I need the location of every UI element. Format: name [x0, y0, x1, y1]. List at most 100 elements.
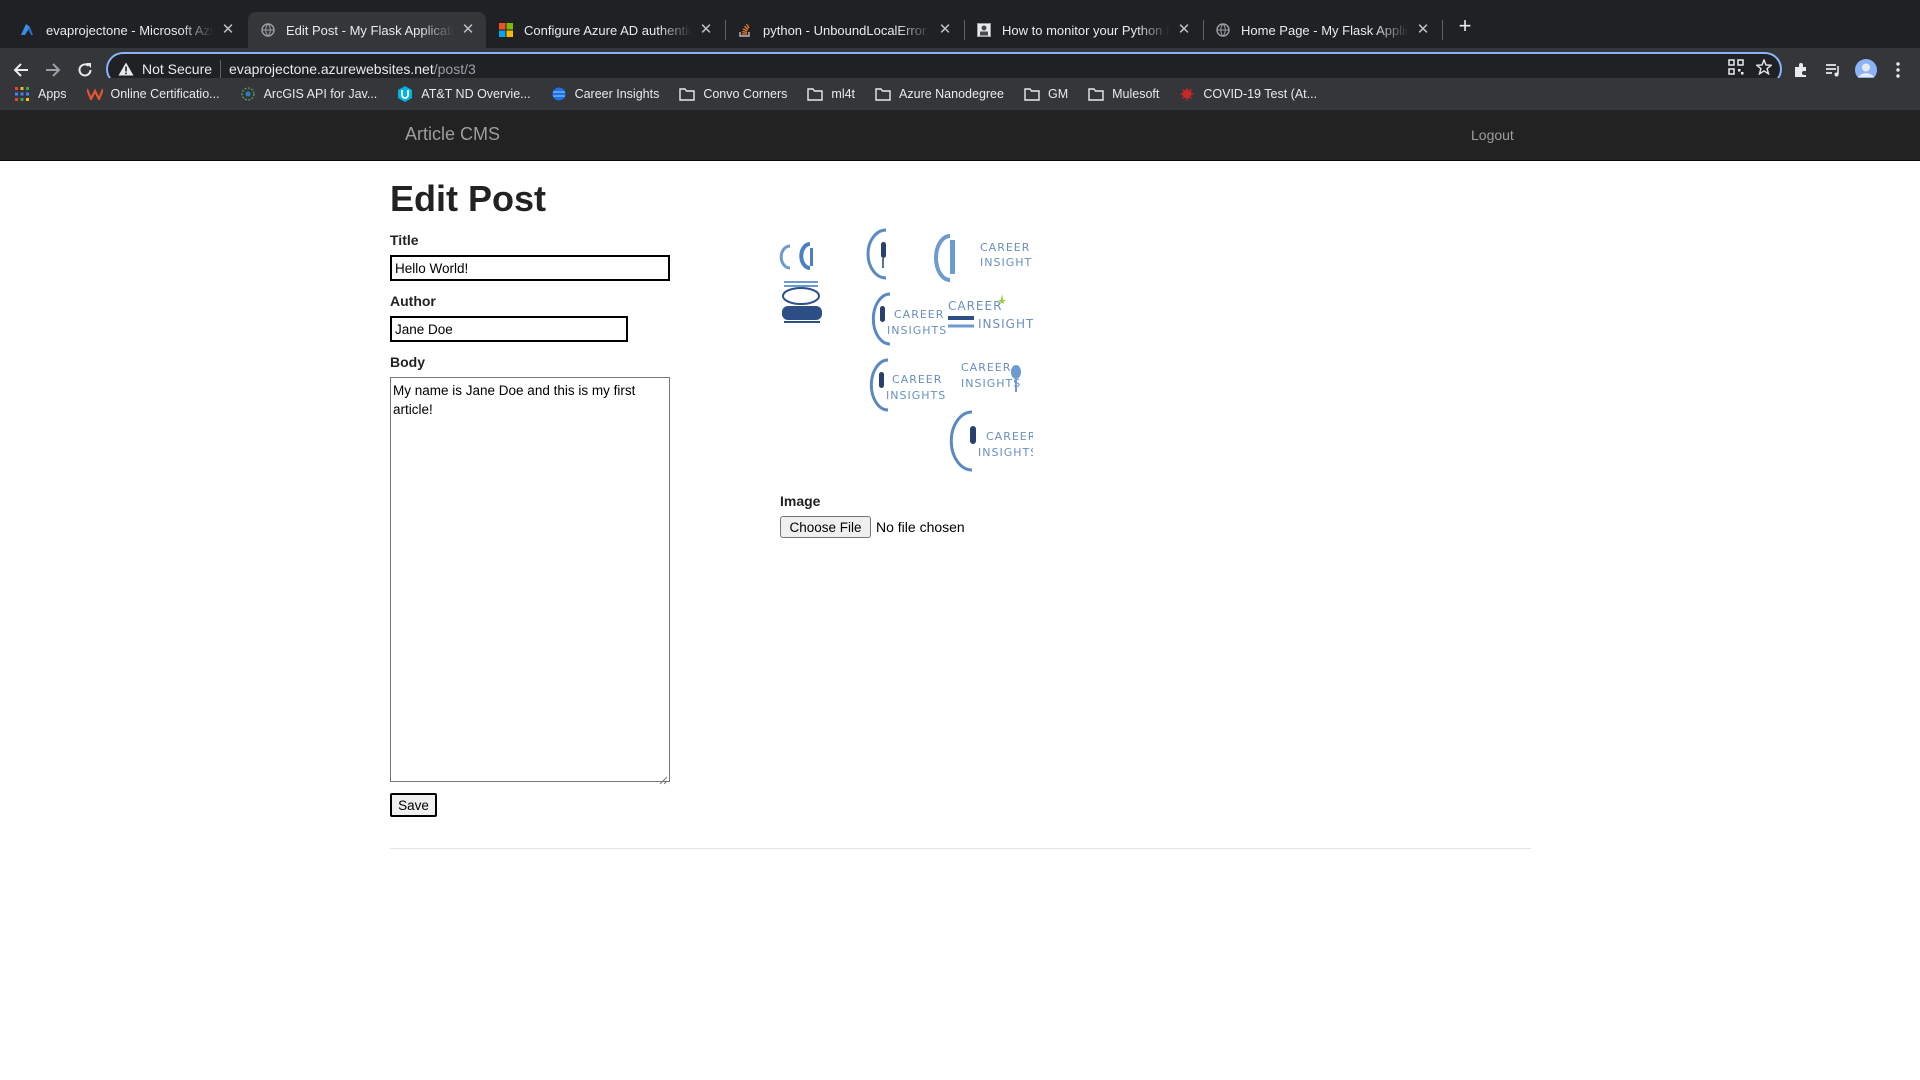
close-tab-icon[interactable]: ✕: [698, 22, 714, 38]
tab-edit-post[interactable]: Edit Post - My Flask Application ✕: [248, 12, 486, 48]
logo-word-career: CAREER: [892, 373, 942, 386]
arcgis-icon: [240, 86, 256, 102]
folder-icon: [679, 86, 696, 102]
logo-career-insight-badge: [780, 280, 822, 323]
covid-icon: [1179, 86, 1195, 102]
microsoft-icon: [498, 22, 514, 38]
close-tab-icon[interactable]: ✕: [460, 22, 476, 38]
browser-tab-strip: evaprojectone - Microsoft Azure ✕ Edit P…: [0, 0, 1920, 48]
logo-word-career: CAREER: [948, 299, 1002, 313]
bookmark-folder-azure-nanodegree[interactable]: Azure Nanodegree: [875, 86, 1004, 102]
tab-divider: [725, 20, 726, 40]
logo-career-insights-mic-circle: CAREER INSIGHTS: [869, 358, 946, 412]
tab-azure[interactable]: evaprojectone - Microsoft Azure ✕: [8, 12, 246, 48]
bookmark-label: AT&T ND Overvie...: [421, 87, 531, 101]
logo-career-insights-mic-circle: CAREER INSIGHTS: [871, 292, 947, 346]
choose-file-button[interactable]: Choose File: [780, 516, 871, 538]
udacity-icon: [397, 86, 413, 102]
tab-title: evaprojectone - Microsoft Azure: [46, 22, 214, 38]
save-button[interactable]: Save: [390, 793, 437, 817]
bookmark-star-icon[interactable]: [1754, 58, 1774, 80]
folder-icon: [875, 86, 891, 102]
logo-word-career: CAREER: [961, 361, 1011, 374]
logo-c-mic: [866, 228, 887, 280]
certification-icon: [86, 86, 103, 102]
tab-configure-azure-ad[interactable]: Configure Azure AD authentication ✕: [486, 12, 724, 48]
tab-monitor-flask[interactable]: How to monitor your Python Flask ✕: [964, 12, 1202, 48]
tab-divider: [964, 20, 965, 40]
logo-word-career: CAREER: [980, 241, 1030, 254]
tab-stackoverflow[interactable]: python - UnboundLocalError: local ✕: [725, 12, 963, 48]
logo-career-insights-bulb: CAREER INSIGHTS: [948, 294, 1042, 331]
logout-link[interactable]: Logout: [1471, 127, 1514, 143]
body-textarea[interactable]: My name is Jane Doe and this is my first…: [390, 377, 670, 785]
apps-grid-icon: [14, 86, 30, 102]
app-navbar: Article CMS Logout: [0, 110, 1920, 161]
globe-icon: [260, 22, 276, 38]
globe-icon: [1215, 22, 1231, 38]
folder-icon: [807, 86, 824, 102]
image-label: Image: [780, 493, 821, 509]
logo-ci-monogram: [779, 242, 813, 270]
url-host[interactable]: evaprojectone.azurewebsites.net: [229, 61, 434, 77]
body-label: Body: [390, 354, 425, 370]
page-title: Edit Post: [390, 178, 547, 219]
textarea-resize-handle-icon[interactable]: [659, 771, 668, 785]
navbar-brand[interactable]: Article CMS: [405, 124, 500, 145]
body-text: My name is Jane Doe and this is my first…: [393, 383, 636, 417]
folder-icon: [1088, 86, 1104, 102]
tab-title: How to monitor your Python Flask: [1002, 22, 1170, 38]
logo-word-insights: INSIGHTS: [978, 446, 1033, 459]
bookmark-arcgis[interactable]: ArcGIS API for Jav...: [240, 86, 377, 102]
address-divider: [220, 60, 222, 78]
logo-word-insights: INSIGHTS: [980, 256, 1033, 269]
folder-icon: [1024, 86, 1040, 102]
bookmark-apps[interactable]: Apps: [14, 86, 67, 102]
bookmark-label: Mulesoft: [1112, 87, 1160, 101]
logo-career-insights-mic-large: CAREER INSIGHTS: [949, 410, 1037, 472]
bookmark-online-certification[interactable]: Online Certificatio...: [86, 86, 220, 102]
warning-triangle-icon[interactable]: [118, 61, 134, 77]
bookmark-att-nd[interactable]: AT&T ND Overvie...: [397, 86, 531, 102]
author-input[interactable]: Jane Doe: [390, 316, 628, 342]
logo-ci-career-insights-stacked: CAREER INSIGHTS: [934, 234, 1039, 282]
logo-career-insights-lightbulb: CAREER INSIGHTS: [961, 361, 1021, 392]
azure-icon: [20, 22, 36, 38]
tab-divider: [1203, 20, 1204, 40]
stackoverflow-icon: [737, 22, 753, 38]
not-secure-label[interactable]: Not Secure: [142, 61, 212, 77]
file-status-text: No file chosen: [876, 519, 965, 535]
bookmark-label: ml4t: [831, 87, 856, 101]
bookmark-folder-gm[interactable]: GM: [1024, 86, 1068, 102]
bookmark-label: Azure Nanodegree: [899, 87, 1004, 101]
tab-title: Home Page - My Flask Application: [1241, 22, 1409, 38]
close-tab-icon[interactable]: ✕: [1176, 22, 1192, 38]
bookmark-folder-mulesoft[interactable]: Mulesoft: [1088, 86, 1159, 102]
tab-title: Configure Azure AD authentication: [524, 22, 692, 38]
author-label: Author: [390, 293, 436, 309]
bookmark-covid-test[interactable]: COVID-19 Test (At...: [1179, 86, 1317, 102]
close-tab-icon[interactable]: ✕: [1415, 22, 1431, 38]
logo-word-insights: INSIGHTS: [887, 324, 947, 337]
bookmark-folder-ml4t[interactable]: ml4t: [807, 86, 855, 102]
bookmark-label: Convo Corners: [703, 87, 788, 101]
logo-word-insights: INSIGHTS: [978, 317, 1033, 331]
tab-title: Edit Post - My Flask Application: [286, 22, 454, 38]
logo-word-insights: INSIGHTS: [886, 389, 946, 402]
bookmark-label: COVID-19 Test (At...: [1203, 87, 1318, 101]
bookmark-career-insights[interactable]: Career Insights: [551, 86, 660, 102]
bookmark-folder-convo-corners[interactable]: Convo Corners: [679, 86, 787, 102]
close-tab-icon[interactable]: ✕: [937, 22, 953, 38]
close-tab-icon[interactable]: ✕: [220, 22, 236, 38]
url-path[interactable]: /post/3: [434, 61, 476, 77]
logo-word-career: CAREER: [894, 308, 944, 321]
title-input[interactable]: Hello World!: [390, 255, 670, 281]
new-tab-plus-icon[interactable]: +: [1453, 14, 1477, 38]
article-icon: [976, 22, 992, 38]
bookmark-label: Career Insights: [574, 87, 660, 101]
bookmark-label: Online Certificatio...: [110, 87, 220, 101]
logo-word-career: CAREER: [986, 430, 1033, 443]
bookmark-label: GM: [1047, 87, 1069, 101]
qr-code-icon[interactable]: [1728, 59, 1744, 80]
tab-home-page[interactable]: Home Page - My Flask Application ✕: [1203, 12, 1441, 48]
